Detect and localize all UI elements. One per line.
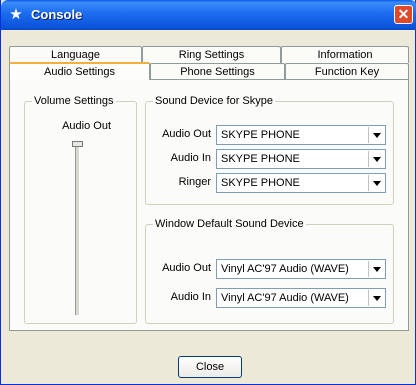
dropdown-arrow-icon[interactable] (368, 127, 384, 143)
skype-audio-in-value: SKYPE PHONE (221, 153, 300, 165)
skype-audio-out-label: Audio Out (162, 128, 211, 140)
default-audio-out-select[interactable]: Vinyl AC'97 Audio (WAVE) (216, 259, 386, 279)
skype-ringer-select[interactable]: SKYPE PHONE (216, 173, 386, 193)
volume-slider-thumb[interactable] (72, 141, 83, 147)
close-window-button[interactable]: ✕ (394, 5, 413, 24)
window-title: Console (31, 7, 83, 22)
tab-phone-settings[interactable]: Phone Settings (150, 63, 285, 80)
skype-ringer-value: SKYPE PHONE (221, 177, 300, 189)
default-audio-in-label: Audio In (170, 291, 211, 303)
skype-audio-in-select[interactable]: SKYPE PHONE (216, 149, 386, 169)
default-sound-device-legend: Window Default Sound Device (153, 218, 306, 230)
default-audio-out-value: Vinyl AC'97 Audio (WAVE) (221, 263, 349, 275)
console-window: ★ Console ✕ Language Ring Settings Infor… (0, 0, 416, 385)
tab-audio-settings[interactable]: Audio Settings (9, 62, 150, 80)
dropdown-arrow-icon[interactable] (368, 261, 384, 277)
tab-ring-settings[interactable]: Ring Settings (142, 46, 281, 63)
volume-audio-out-label: Audio Out (62, 120, 111, 132)
volume-slider-track[interactable] (75, 143, 80, 315)
skype-audio-out-value: SKYPE PHONE (221, 129, 300, 141)
volume-settings-group: Volume Settings (24, 95, 137, 324)
close-button[interactable]: Close (178, 356, 242, 378)
tab-function-key[interactable]: Function Key (285, 63, 409, 80)
tab-information[interactable]: Information (281, 46, 409, 63)
default-audio-out-label: Audio Out (162, 262, 211, 274)
skype-audio-in-label: Audio In (170, 152, 211, 164)
app-icon: ★ (9, 6, 23, 23)
skype-sound-device-legend: Sound Device for Skype (153, 95, 276, 107)
default-audio-in-value: Vinyl AC'97 Audio (WAVE) (221, 292, 349, 304)
dropdown-arrow-icon[interactable] (368, 151, 384, 167)
default-audio-in-select[interactable]: Vinyl AC'97 Audio (WAVE) (216, 288, 386, 308)
tab-language[interactable]: Language (9, 46, 142, 63)
skype-audio-out-select[interactable]: SKYPE PHONE (216, 125, 386, 145)
volume-settings-legend: Volume Settings (32, 95, 116, 107)
dropdown-arrow-icon[interactable] (368, 290, 384, 306)
dropdown-arrow-icon[interactable] (368, 175, 384, 191)
skype-ringer-label: Ringer (178, 176, 211, 188)
title-bar[interactable]: ★ Console ✕ (1, 0, 416, 30)
